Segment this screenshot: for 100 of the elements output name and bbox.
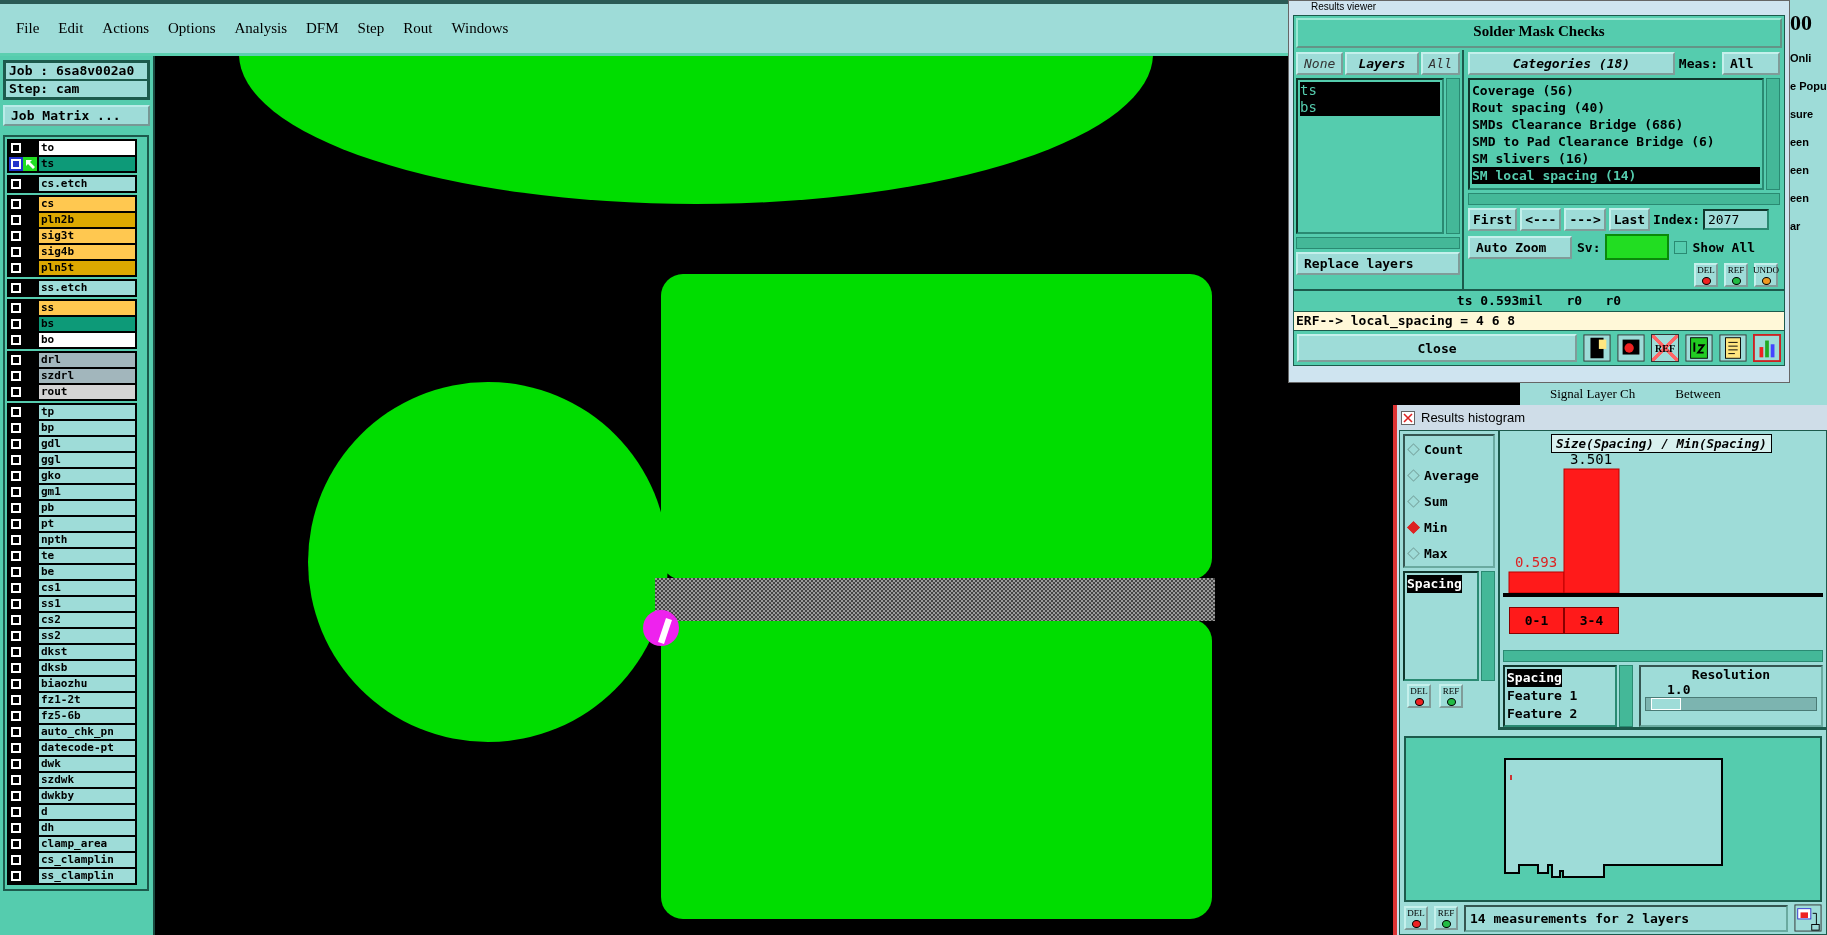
layer-checkbox[interactable]	[11, 679, 21, 689]
layer-checkbox[interactable]	[11, 247, 21, 257]
layer-checkbox[interactable]	[11, 871, 21, 881]
checkbox[interactable]	[1674, 240, 1688, 254]
layer-checkbox[interactable]	[11, 647, 21, 657]
layer-filter-button[interactable]: All	[1420, 52, 1460, 75]
layer-name[interactable]: bp	[39, 421, 135, 435]
layer-name[interactable]: cs.etch	[39, 177, 135, 191]
layer-checkbox[interactable]	[11, 319, 21, 329]
layer-checkbox[interactable]	[11, 727, 21, 737]
layer-checkbox[interactable]	[11, 179, 21, 189]
list-item[interactable]: Spacing	[1507, 669, 1562, 687]
layer-checkbox[interactable]	[11, 631, 21, 641]
action-button[interactable]: REF	[1724, 263, 1748, 287]
layer-name[interactable]: te	[39, 549, 135, 563]
action-button[interactable]: DEL	[1407, 684, 1431, 708]
layer-name[interactable]: ts	[39, 157, 135, 171]
layer-name[interactable]: auto_chk_pn	[39, 725, 135, 739]
scrollbar[interactable]	[1481, 571, 1495, 681]
categories-button[interactable]: Categories (18)	[1468, 52, 1675, 75]
action-button[interactable]: REF	[1439, 684, 1463, 708]
layer-name[interactable]: ggl	[39, 453, 135, 467]
layer-name[interactable]: rout	[39, 385, 135, 399]
layer-checkbox[interactable]	[11, 423, 21, 433]
chart-export-icon[interactable]	[1794, 904, 1822, 932]
action-button[interactable]: DEL	[1694, 263, 1718, 287]
menu-item[interactable]: Actions	[102, 20, 149, 37]
meas-dropdown[interactable]: All	[1722, 52, 1780, 75]
layer-checkbox[interactable]	[11, 159, 21, 169]
layer-name[interactable]: ss.etch	[39, 281, 135, 295]
layer-name[interactable]: tp	[39, 405, 135, 419]
layer-name[interactable]: npth	[39, 533, 135, 547]
nav-button[interactable]: First	[1468, 208, 1518, 231]
layer-name[interactable]: bs	[39, 317, 135, 331]
layer-checkbox[interactable]	[11, 283, 21, 293]
layer-name[interactable]: dksb	[39, 661, 135, 675]
close-button[interactable]: Close	[1297, 334, 1577, 362]
layer-checkbox[interactable]	[11, 551, 21, 561]
resolution-slider[interactable]	[1645, 697, 1817, 711]
layer-checkbox[interactable]	[11, 355, 21, 365]
layer-checkbox[interactable]	[11, 231, 21, 241]
layer-checkbox[interactable]	[11, 583, 21, 593]
layer-name[interactable]: cs_clamplin	[39, 853, 135, 867]
layer-checkbox[interactable]	[11, 503, 21, 513]
list-item[interactable]: SMD to Pad Clearance Bridge (6)	[1472, 133, 1760, 150]
layer-name[interactable]: ss_clamplin	[39, 869, 135, 883]
list-item[interactable]: Coverage (56)	[1472, 82, 1760, 99]
menu-item[interactable]: Options	[168, 20, 216, 37]
layer-checkbox[interactable]	[11, 371, 21, 381]
list-item[interactable]: SMDs Clearance Bridge (686)	[1472, 116, 1760, 133]
nav-button[interactable]: <---	[1520, 208, 1562, 231]
histogram-icon[interactable]	[1753, 334, 1781, 362]
ref-off-button[interactable]: REF	[1651, 334, 1679, 362]
layer-name[interactable]: fz5-6b	[39, 709, 135, 723]
figure-icon[interactable]	[1583, 334, 1611, 362]
action-button[interactable]: REF	[1434, 906, 1458, 930]
scrollbar[interactable]	[1296, 237, 1460, 249]
nav-button[interactable]: --->	[1564, 208, 1606, 231]
list-item[interactable]: Rout spacing (40)	[1472, 99, 1760, 116]
menu-item[interactable]: Windows	[451, 20, 509, 37]
list-item[interactable]: Feature 2	[1507, 705, 1613, 723]
layer-name[interactable]: clamp_area	[39, 837, 135, 851]
layer-name[interactable]: pb	[39, 501, 135, 515]
list-item[interactable]: Spacing	[1407, 575, 1462, 593]
layer-checkbox[interactable]	[11, 839, 21, 849]
layer-checkbox[interactable]	[11, 487, 21, 497]
layer-name[interactable]: sig4b	[39, 245, 135, 259]
layer-checkbox[interactable]	[11, 807, 21, 817]
layer-checkbox[interactable]	[11, 823, 21, 833]
layer-checkbox[interactable]	[11, 335, 21, 345]
close-icon[interactable]	[1401, 410, 1415, 425]
scrollbar[interactable]	[1503, 650, 1823, 662]
color-dropdown[interactable]	[1605, 234, 1670, 260]
layer-name[interactable]: biaozhu	[39, 677, 135, 691]
menu-item[interactable]: DFM	[306, 20, 339, 37]
list-item[interactable]: ts	[1300, 82, 1440, 99]
layer-name[interactable]: gdl	[39, 437, 135, 451]
layer-name[interactable]: dwkby	[39, 789, 135, 803]
layer-checkbox[interactable]	[11, 407, 21, 417]
window-tab[interactable]: Between	[1675, 386, 1721, 402]
slider-thumb[interactable]	[1651, 698, 1682, 710]
layer-checkbox[interactable]	[11, 759, 21, 769]
menu-item[interactable]: Rout	[403, 20, 433, 37]
job-matrix-button[interactable]: Job Matrix ...	[3, 105, 150, 126]
layer-name[interactable]: cs	[39, 197, 135, 211]
layer-name[interactable]: pt	[39, 517, 135, 531]
list-item[interactable]: SM slivers (16)	[1472, 150, 1760, 167]
layer-name[interactable]: dwk	[39, 757, 135, 771]
scrollbar[interactable]	[1619, 665, 1633, 727]
index-field[interactable]: 2077	[1703, 209, 1770, 230]
notes-icon[interactable]	[1719, 334, 1747, 362]
layer-name[interactable]: drl	[39, 353, 135, 367]
layer-name[interactable]: dh	[39, 821, 135, 835]
scrollbar[interactable]	[1446, 78, 1460, 234]
layer-name[interactable]: pln5t	[39, 261, 135, 275]
layer-checkbox[interactable]	[11, 143, 21, 153]
layer-checkbox[interactable]	[11, 695, 21, 705]
layer-name[interactable]: sig3t	[39, 229, 135, 243]
layer-checkbox[interactable]	[11, 215, 21, 225]
layer-name[interactable]: bo	[39, 333, 135, 347]
